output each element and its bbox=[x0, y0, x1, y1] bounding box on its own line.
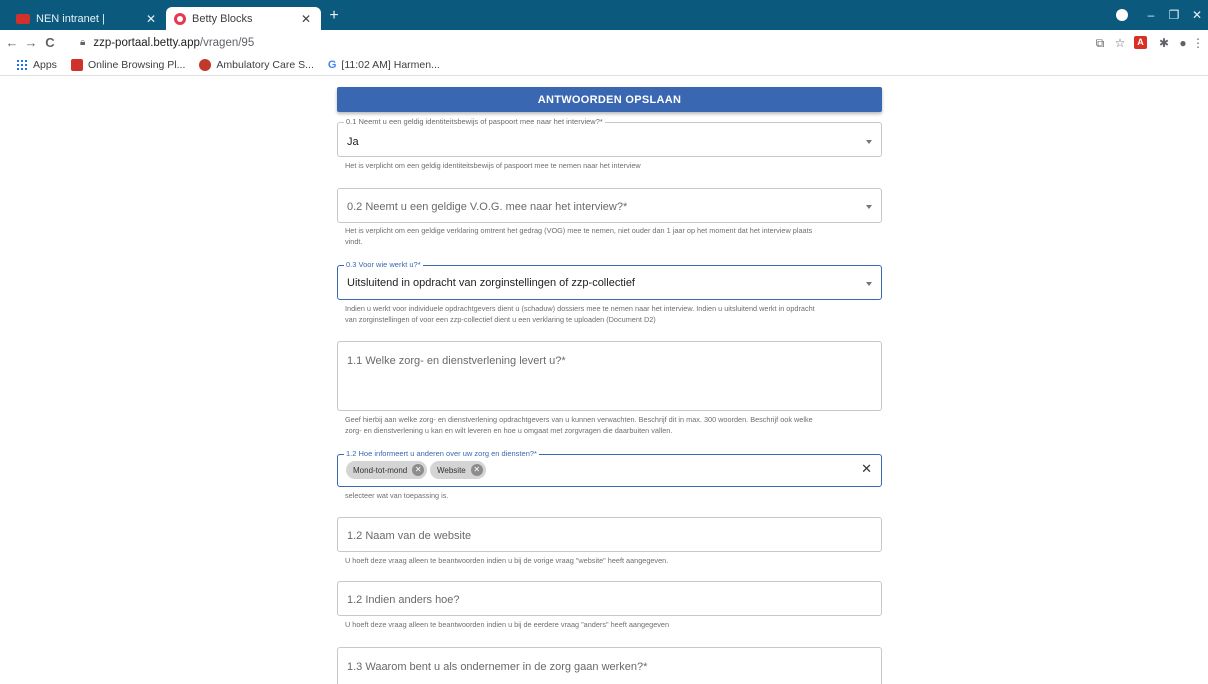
chevron-down-icon[interactable] bbox=[866, 282, 872, 286]
helper-line: vindt. bbox=[345, 236, 363, 246]
question-1-2-website-input[interactable]: 1.2 Naam van de website bbox=[337, 517, 882, 552]
chip-label: Website bbox=[437, 465, 466, 475]
tab-label: Betty Blocks bbox=[192, 12, 253, 25]
bookmark-online-browsing[interactable]: Online Browsing Pl... bbox=[70, 59, 186, 71]
new-tab-button[interactable]: + bbox=[324, 7, 344, 25]
chevron-down-icon[interactable] bbox=[866, 140, 872, 144]
question-0-2-select[interactable]: 0.2 Neemt u een geldige V.O.G. mee naar … bbox=[337, 188, 882, 223]
pdf-icon[interactable]: A bbox=[1134, 36, 1147, 49]
url-host: zzp-portaal.betty.app bbox=[93, 36, 200, 49]
question-1-3-textarea[interactable]: 1.3 Waarom bent u als ondernemer in de z… bbox=[337, 647, 882, 684]
bookmark-label: Online Browsing Pl... bbox=[87, 59, 186, 71]
extensions-icon[interactable]: ✱ bbox=[1156, 35, 1172, 51]
helper-line: Indien u werkt voor individuele opdracht… bbox=[345, 304, 815, 313]
helper-line: van zorginstellingen of voor een zzp-col… bbox=[345, 314, 656, 324]
profile-icon[interactable]: ● bbox=[1175, 35, 1191, 51]
question-1-1-placeholder: 1.1 Welke zorg- en dienstverlening lever… bbox=[347, 355, 566, 367]
chip-mond-tot-mond: Mond-tot-mond ✕ bbox=[346, 461, 428, 479]
online-browsing-favicon-icon bbox=[70, 59, 83, 71]
question-1-2-anders-helper: U hoeft deze vraag alleen te beantwoorde… bbox=[345, 620, 670, 629]
question-0-1-label: 0.1 Neemt u een geldig identiteitsbewijs… bbox=[344, 117, 605, 127]
bookmarks-bar: Apps Online Browsing Pl... Ambulatory Ca… bbox=[0, 55, 1208, 76]
minimize-button[interactable]: – bbox=[1140, 6, 1162, 24]
question-0-1-select[interactable]: 0.1 Neemt u een geldig identiteitsbewijs… bbox=[337, 117, 882, 157]
bookmark-apps[interactable]: Apps bbox=[17, 59, 57, 71]
translate-icon[interactable]: ⧉ bbox=[1092, 35, 1108, 51]
back-button[interactable]: ← bbox=[3, 34, 21, 52]
reload-button[interactable]: C bbox=[41, 34, 59, 52]
profile-indicator-icon[interactable] bbox=[1116, 9, 1128, 21]
question-1-1-helper: Geef hierbij aan welke zorg- en dienstve… bbox=[345, 415, 875, 436]
bookmark-label: Apps bbox=[33, 59, 57, 71]
question-0-2-placeholder: 0.2 Neemt u een geldige V.O.G. mee naar … bbox=[347, 201, 628, 213]
form-page: ANTWOORDEN OPSLAAN 0.1 Neemt u een geldi… bbox=[0, 77, 1208, 684]
question-1-2-anders-input[interactable]: 1.2 Indien anders hoe? bbox=[337, 581, 882, 616]
nen-favicon-icon bbox=[16, 13, 30, 24]
question-1-2-label: 1.2 Hoe informeert u anderen over uw zor… bbox=[344, 449, 539, 459]
clear-selection-icon[interactable]: ✕ bbox=[861, 462, 872, 476]
google-icon: G bbox=[327, 59, 337, 71]
bookmark-harmen[interactable]: G [11:02 AM] Harmen... bbox=[328, 59, 440, 71]
browser-toolbar: ← → C 🔒︎ zzp-portaal.betty.app/vragen/95… bbox=[0, 30, 1208, 55]
betty-blocks-favicon-icon bbox=[174, 12, 186, 25]
ambulatory-care-favicon-icon bbox=[199, 59, 212, 71]
tab-nen-intranet[interactable]: NEN intranet | ✕ bbox=[8, 7, 166, 30]
question-0-1-value: Ja bbox=[347, 136, 359, 148]
menu-icon[interactable]: ⋮ bbox=[1192, 35, 1204, 51]
helper-line: zorg- en dienstverlening u kan en wilt l… bbox=[345, 425, 673, 435]
remove-chip-icon[interactable]: ✕ bbox=[470, 464, 483, 476]
helper-line: Geef hierbij aan welke zorg- en dienstve… bbox=[345, 415, 813, 424]
question-1-2-website-helper: U hoeft deze vraag alleen te beantwoorde… bbox=[345, 556, 669, 565]
chevron-down-icon[interactable] bbox=[866, 205, 872, 209]
lock-icon: 🔒︎ bbox=[80, 37, 86, 48]
bookmark-label: Ambulatory Care S... bbox=[216, 59, 314, 71]
helper-line: Het is verplicht om een geldige verklari… bbox=[345, 226, 813, 235]
forward-button[interactable]: → bbox=[22, 34, 40, 52]
tab-close-icon[interactable]: ✕ bbox=[144, 12, 158, 26]
question-0-2-helper: Het is verplicht om een geldige verklari… bbox=[345, 226, 875, 247]
close-window-button[interactable]: ✕ bbox=[1186, 6, 1208, 24]
tab-label: NEN intranet | bbox=[36, 12, 105, 25]
question-0-3-helper: Indien u werkt voor individuele opdracht… bbox=[345, 304, 875, 325]
chip-label: Mond-tot-mond bbox=[353, 465, 408, 475]
chip-website: Website ✕ bbox=[430, 461, 486, 479]
question-1-2-anders-placeholder: 1.2 Indien anders hoe? bbox=[347, 594, 460, 606]
maximize-button[interactable]: ❐ bbox=[1163, 6, 1185, 24]
tab-betty-blocks[interactable]: Betty Blocks ✕ bbox=[166, 7, 321, 30]
question-0-3-select[interactable]: 0.3 Voor wie werkt u?* Uitsluitend in op… bbox=[337, 260, 882, 300]
star-icon[interactable]: ☆ bbox=[1112, 35, 1128, 51]
tab-close-icon[interactable]: ✕ bbox=[299, 12, 313, 26]
question-0-3-value: Uitsluitend in opdracht van zorginstelli… bbox=[347, 277, 635, 289]
question-1-1-textarea[interactable]: 1.1 Welke zorg- en dienstverlening lever… bbox=[337, 341, 882, 411]
question-1-2-helper: selecteer wat van toepassing is. bbox=[345, 491, 449, 500]
question-1-2-website-placeholder: 1.2 Naam van de website bbox=[347, 530, 472, 542]
url-path: /vragen/95 bbox=[199, 36, 255, 49]
save-answers-button[interactable]: ANTWOORDEN OPSLAAN bbox=[337, 87, 882, 112]
browser-tabstrip: NEN intranet | ✕ Betty Blocks ✕ + – ❐ ✕ bbox=[0, 0, 1208, 30]
question-0-3-label: 0.3 Voor wie werkt u?* bbox=[344, 260, 423, 270]
apps-grid-icon bbox=[17, 60, 27, 70]
address-bar[interactable]: 🔒︎ zzp-portaal.betty.app/vragen/95 bbox=[80, 33, 1080, 52]
question-0-1-helper: Het is verplicht om een geldig identitei… bbox=[345, 161, 641, 170]
bookmark-ambulatory-care[interactable]: Ambulatory Care S... bbox=[199, 59, 314, 71]
remove-chip-icon[interactable]: ✕ bbox=[412, 464, 425, 476]
question-1-3-placeholder: 1.3 Waarom bent u als ondernemer in de z… bbox=[347, 661, 648, 673]
bookmark-label: [11:02 AM] Harmen... bbox=[341, 59, 440, 71]
question-1-2-multiselect[interactable]: 1.2 Hoe informeert u anderen over uw zor… bbox=[337, 449, 882, 487]
